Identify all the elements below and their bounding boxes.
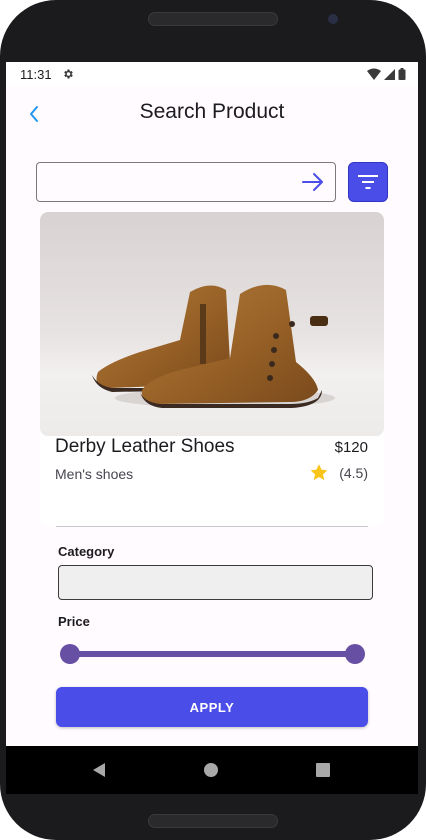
- product-category: Men's shoes: [55, 466, 134, 482]
- product-name: Derby Leather Shoes: [55, 436, 235, 457]
- status-icons: [367, 68, 406, 80]
- wifi-icon: [367, 68, 381, 80]
- product-image: [40, 212, 384, 436]
- phone-frame: 11:31 Search Product Derby Leather Shoes…: [0, 0, 426, 840]
- home-circle-icon: [204, 763, 218, 777]
- slider-active-track: [70, 651, 355, 657]
- system-nav-bar: [6, 746, 418, 794]
- app-screen: 11:31 Search Product Derby Leather Shoes…: [6, 62, 418, 746]
- signal-icon: [384, 68, 395, 80]
- product-rating: (4.5): [309, 463, 368, 483]
- product-card[interactable]: Derby Leather Shoes $120 Men's shoes (4.…: [40, 212, 384, 526]
- category-label: Category: [58, 544, 115, 559]
- filter-icon: [358, 175, 378, 189]
- star-icon: [310, 464, 328, 481]
- speaker-slot: [148, 12, 278, 26]
- product-price: $120: [334, 439, 368, 456]
- gear-icon: [63, 69, 73, 79]
- arrow-right-icon[interactable]: [301, 170, 325, 194]
- front-camera: [328, 14, 338, 24]
- bottom-speaker-slot: [148, 814, 278, 828]
- boots-photo: [92, 284, 335, 408]
- slider-thumb-min[interactable]: [60, 644, 80, 664]
- nav-recents-button[interactable]: [313, 760, 333, 780]
- filter-button[interactable]: [348, 162, 388, 202]
- battery-icon: [398, 68, 406, 80]
- back-triangle-icon: [93, 763, 105, 777]
- search-input[interactable]: [47, 171, 297, 195]
- nav-back-button[interactable]: [89, 760, 109, 780]
- page-title: Search Product: [139, 100, 285, 123]
- filter-panel: Category Price APPLY: [40, 538, 388, 746]
- status-bar: 11:31: [6, 62, 418, 86]
- apply-button[interactable]: APPLY: [56, 687, 368, 727]
- divider: [56, 526, 368, 527]
- slider-thumb-max[interactable]: [345, 644, 365, 664]
- price-range-slider[interactable]: [60, 644, 365, 664]
- app-bar: Search Product: [6, 86, 418, 142]
- category-field[interactable]: [58, 565, 373, 600]
- recents-square-icon: [316, 763, 330, 777]
- price-label: Price: [58, 614, 90, 629]
- nav-home-button[interactable]: [201, 760, 221, 780]
- search-box[interactable]: [36, 162, 336, 202]
- status-time: 11:31: [20, 66, 52, 82]
- rating-value: (4.5): [339, 465, 368, 481]
